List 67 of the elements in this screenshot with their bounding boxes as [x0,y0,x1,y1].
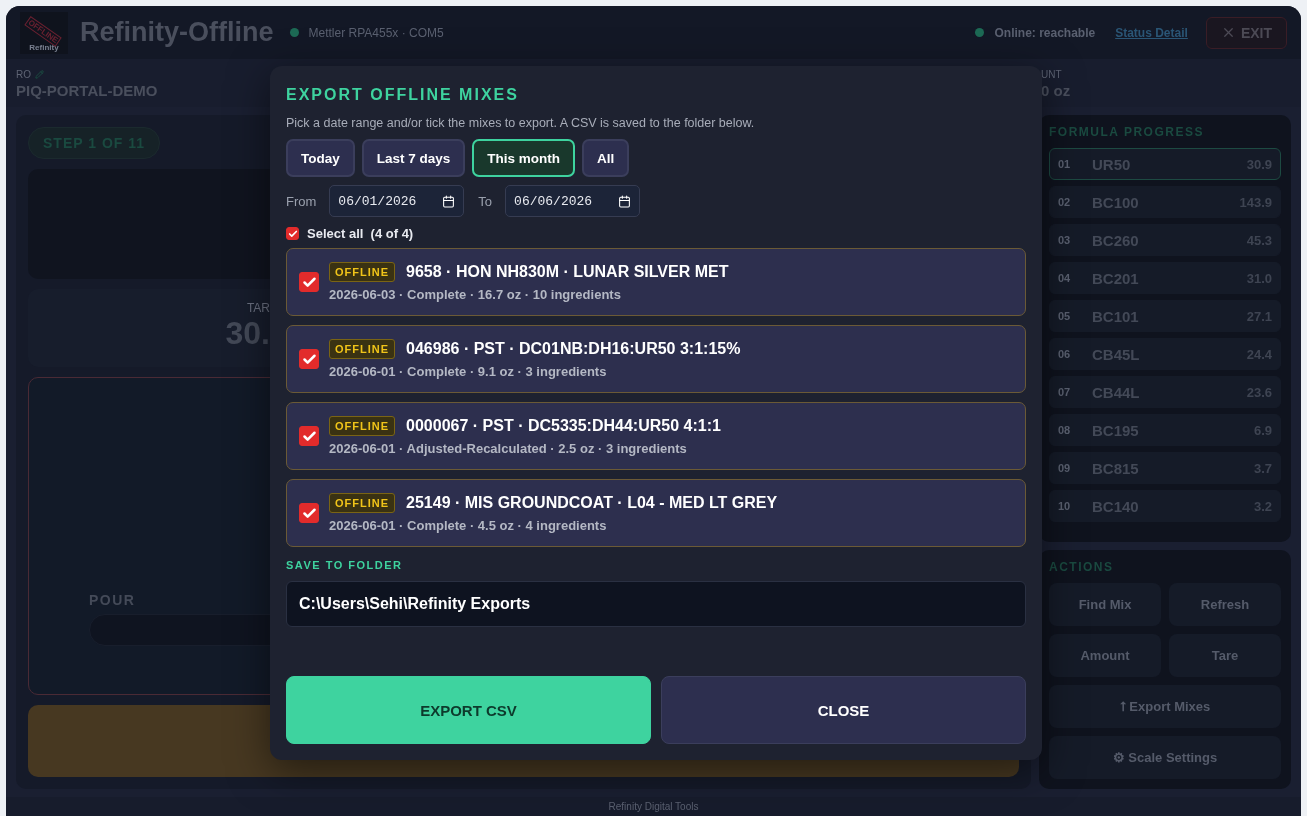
amount-label: UNT [1041,69,1062,81]
mix-title: 0000067 · PST · DC5335:DH44:UR50 4:1:1 [406,417,721,435]
row-index: 02 [1058,196,1072,209]
row-index: 10 [1058,500,1072,513]
folder-field[interactable]: C:\Users\Sehi\Refinity Exports [286,581,1026,627]
mix-row[interactable]: OFFLINE 0000067 · PST · DC5335:DH44:UR50 4:1:1 2026-06-01 · Adjusted-Recalculated · 2.5 oz · 3 ingredients [286,402,1026,470]
row-index: 04 [1058,272,1072,285]
to-label: To [478,193,493,209]
pencil-icon [35,70,44,80]
row-index: 05 [1058,310,1072,323]
from-label: From [286,193,317,209]
mix-row[interactable]: OFFLINE 046986 · PST · DC01NB:DH16:UR50 3:1:15% 2026-06-01 · Complete · 9.1 oz · 3 ingredients [286,325,1026,393]
row-index: 08 [1058,424,1072,437]
mix-row[interactable]: OFFLINE 9658 · HON NH830M · LUNAR SILVER MET 2026-06-03 · Complete · 16.7 oz · 10 ingredients [286,248,1026,316]
check-icon [287,228,298,239]
mix-checkbox[interactable] [299,503,319,523]
target-label: TAR [246,301,270,316]
row-index: 06 [1058,348,1072,361]
footer-text: Refinity Digital Tools [608,801,699,813]
dialog-title: EXPORT OFFLINE MIXES [286,86,520,104]
action-button[interactable]: Tare [1169,634,1281,678]
offline-badge: OFFLINE [329,416,396,436]
row-index: 03 [1058,234,1072,247]
from-date-field[interactable]: 06/01/2026 [329,185,465,217]
check-icon [301,351,317,367]
calendar-icon [442,194,456,208]
export-button[interactable]: EXPORT CSV [286,676,651,744]
row-index: 07 [1058,386,1072,399]
range-button[interactable]: Last 7 days [361,139,466,177]
mix-checkbox[interactable] [299,426,319,446]
action-button[interactable]: ⚙ Scale Settings [1049,736,1281,780]
row-index: 09 [1058,462,1072,475]
mix-row[interactable]: OFFLINE 25149 · MIS GROUNDCOAT · L04 - MED LT GREY 2026-06-01 · Complete · 4.5 oz · 4 ingredients [286,479,1026,547]
mix-details: 2026-06-01 · Complete · 9.1 oz · 3 ingredients [329,364,608,379]
mix-checkbox[interactable] [299,349,319,369]
calendar-icon [618,194,632,208]
folder-label: SAVE TO FOLDER [286,559,404,571]
range-button[interactable]: Today [286,139,355,177]
action-button[interactable]: ⭡ Export Mixes [1049,685,1281,729]
mix-checkbox[interactable] [299,272,319,292]
ro-label: RO [16,69,31,81]
mix-title: 046986 · PST · DC01NB:DH16:UR50 3:1:15% [406,340,741,358]
action-button[interactable]: Amount [1049,634,1161,678]
dialog-hint: Pick a date range and/or tick the mixes to export. A CSV is saved to the folder below. [286,116,756,130]
mix-details: 2026-06-01 · Complete · 4.5 oz · 4 ingredients [329,518,608,533]
offline-badge: OFFLINE [329,262,396,282]
range-button[interactable]: All [582,139,630,177]
status-detail-link[interactable]: Status Detail [1115,25,1188,40]
online-status: Online: reachable [994,25,1096,40]
check-icon [301,505,317,521]
row-index: 01 [1058,158,1072,171]
action-button[interactable]: Find Mix [1049,583,1161,627]
check-icon [301,428,317,444]
mix-title: 25149 · MIS GROUNDCOAT · L04 - MED LT GREY [406,494,778,512]
close-button[interactable]: CLOSE [661,676,1026,744]
action-button[interactable]: Refresh [1169,583,1281,627]
to-date-field[interactable]: 06/06/2026 [505,185,641,217]
mix-details: 2026-06-03 · Complete · 16.7 oz · 10 ingredients [329,287,622,302]
range-button[interactable]: This month [472,139,576,177]
select-all-checkbox[interactable] [286,227,299,240]
offline-badge: OFFLINE [329,339,396,359]
mix-details: 2026-06-01 · Adjusted-Recalculated · 2.5 oz · 3 ingredients [329,441,688,456]
select-all-label: Select all (4 of 4) [307,226,414,241]
device-name: Mettler RPA455x · COM5 [308,25,444,40]
check-icon [301,274,317,290]
mix-title: 9658 · HON NH830M · LUNAR SILVER MET [406,263,729,281]
offline-badge: OFFLINE [329,493,396,513]
